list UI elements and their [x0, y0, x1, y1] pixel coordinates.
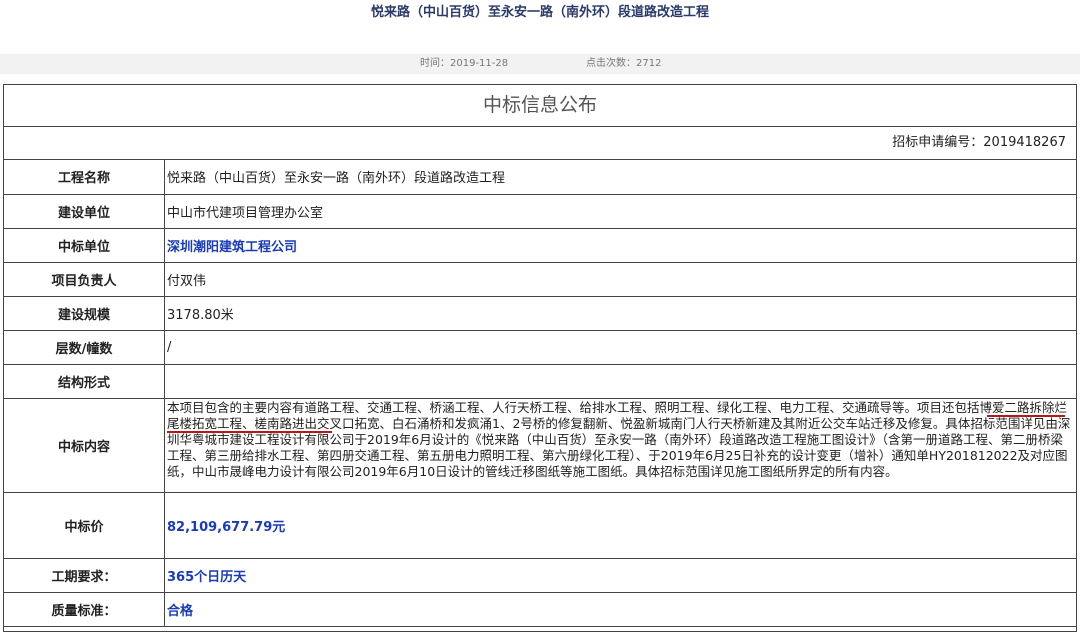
- notice-heading: 中标信息公布: [4, 85, 1076, 127]
- table-row: 结构形式: [4, 363, 1076, 399]
- award-price-value: 82,109,677.79元: [164, 491, 1076, 559]
- winning-bidder-value: 深圳潮阳建筑工程公司: [164, 227, 1076, 263]
- floors-value: /: [164, 329, 1076, 365]
- row-label: 工期要求：: [4, 557, 165, 593]
- owner-unit-value: 中山市代建项目管理办公室: [164, 193, 1076, 229]
- project-name-value: 悦来路（中山百货）至永安一路（南外环）段道路改造工程: [164, 160, 1076, 195]
- row-label: 层数/幢数: [4, 329, 165, 365]
- underline-annotation: [167, 430, 332, 433]
- row-label: 质量标准：: [4, 591, 165, 627]
- row-label: 中标单位: [4, 227, 165, 263]
- row-label: 结构形式: [4, 363, 165, 399]
- table-row: 中标单位 深圳潮阳建筑工程公司: [4, 227, 1076, 263]
- table-row: 建设单位 中山市代建项目管理办公室: [4, 193, 1076, 229]
- scope-description: 本项目包含的主要内容有道路工程、交通工程、桥涵工程、人行天桥工程、给排水工程、照…: [167, 400, 1074, 480]
- view-count: 点击次数：2712: [586, 58, 662, 69]
- scope-text: 本项目包含的主要内容有道路工程、交通工程、桥涵工程、人行天桥工程、给排水工程、照…: [167, 399, 1071, 479]
- row-label: 中标内容: [4, 397, 165, 493]
- publish-time: 时间：2019-11-28: [420, 58, 509, 69]
- underline-annotation: [987, 414, 1065, 417]
- row-label: 项目负责人: [4, 261, 165, 297]
- table-row: 中标价 82,109,677.79元: [4, 491, 1076, 559]
- table-row: 建设规模 3178.80米: [4, 295, 1076, 331]
- table-row: 中标内容 本项目包含的主要内容有道路工程、交通工程、桥涵工程、人行天桥工程、给排…: [4, 397, 1076, 493]
- table-row: 层数/幢数 /: [4, 329, 1076, 365]
- notice-frame: 中标信息公布 招标申请编号：2019418267 工程名称 悦来路（中山百货）至…: [3, 84, 1077, 632]
- duration-value: 365个日历天: [164, 557, 1076, 593]
- row-label: 建设规模: [4, 295, 165, 331]
- quality-standard-value: 合格: [164, 591, 1076, 627]
- row-label: 工程名称: [4, 160, 165, 195]
- table-row: 项目负责人 付双伟: [4, 261, 1076, 297]
- table-row: 工期要求： 365个日历天: [4, 557, 1076, 593]
- row-label: 中标价: [4, 491, 165, 559]
- project-manager-value: 付双伟: [164, 261, 1076, 297]
- scope-cell: 本项目包含的主要内容有道路工程、交通工程、桥涵工程、人行天桥工程、给排水工程、照…: [164, 397, 1076, 493]
- award-info-table: 工程名称 悦来路（中山百货）至永安一路（南外环）段道路改造工程 建设单位 中山市…: [4, 160, 1076, 627]
- row-label: 建设单位: [4, 193, 165, 229]
- meta-bar: 时间：2019-11-28 点击次数：2712: [0, 54, 1080, 74]
- bid-number: 招标申请编号：2019418267: [4, 127, 1076, 160]
- structure-type-value: [164, 363, 1076, 399]
- construction-scale-value: 3178.80米: [164, 295, 1076, 331]
- table-row: 工程名称 悦来路（中山百货）至永安一路（南外环）段道路改造工程: [4, 160, 1076, 195]
- page-title: 悦来路（中山百货）至永安一路（南外环）段道路改造工程: [370, 5, 709, 20]
- table-row: 质量标准： 合格: [4, 591, 1076, 627]
